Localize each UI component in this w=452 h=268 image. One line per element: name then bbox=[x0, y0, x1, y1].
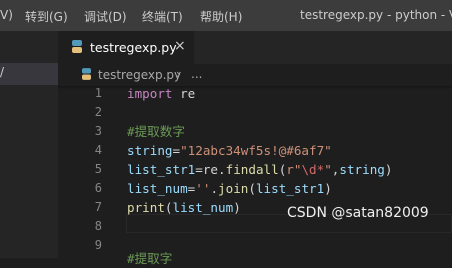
function-token: findall bbox=[225, 162, 279, 177]
line-number: 2 bbox=[94, 105, 102, 119]
punctuation-token: ( bbox=[164, 200, 173, 215]
line-number: 5 bbox=[94, 162, 102, 176]
function-token: print bbox=[127, 200, 165, 215]
variable-token: list_str1 bbox=[127, 162, 196, 177]
module-token: re bbox=[202, 162, 219, 177]
punctuation-token: ) bbox=[233, 200, 241, 215]
code-line: #提取字 bbox=[127, 249, 172, 268]
menu-item-go[interactable]: 转到(G) bbox=[25, 8, 68, 25]
menu-item-debug[interactable]: 调试(D) bbox=[84, 8, 127, 25]
variable-token: list_num bbox=[172, 200, 234, 215]
line-number: 4 bbox=[94, 143, 102, 157]
close-icon[interactable]: × bbox=[174, 38, 186, 54]
menu-item-terminal[interactable]: 终端(T) bbox=[142, 8, 183, 25]
code-editor[interactable]: 1 2 3 4 5 6 7 8 9 import re #提取数字 string… bbox=[58, 86, 452, 266]
menu-bar: V) 转到(G) 调试(D) 终端(T) 帮助(H) testregexp.py… bbox=[0, 0, 452, 31]
scroll-shadow bbox=[58, 86, 452, 89]
csdn-watermark: CSDN @satan82009 bbox=[287, 205, 429, 221]
punctuation-token: ) bbox=[324, 181, 332, 196]
line-number: 6 bbox=[94, 181, 102, 195]
punctuation-token: . bbox=[218, 162, 226, 177]
line-number: 8 bbox=[94, 219, 102, 233]
code-line: string="12abc34wf5s!@#6af7" bbox=[127, 141, 332, 160]
string-token: r" bbox=[286, 162, 302, 177]
chevron-right-icon: › bbox=[176, 67, 181, 81]
variable-token: list_num bbox=[127, 181, 188, 196]
breadcrumb-file[interactable]: testregexp.py bbox=[98, 68, 181, 82]
menu-item-view[interactable]: V) bbox=[0, 8, 13, 22]
variable-token: string bbox=[339, 162, 385, 177]
operator-token: = bbox=[172, 143, 181, 158]
punctuation-token: . bbox=[210, 181, 219, 196]
tab-label: testregexp.py bbox=[90, 40, 177, 55]
line-number: 7 bbox=[94, 200, 102, 214]
explorer-sidebar: / bbox=[0, 31, 58, 258]
string-token: " bbox=[324, 162, 332, 177]
punctuation-token: ) bbox=[384, 162, 393, 177]
line-number: 9 bbox=[94, 238, 102, 252]
code-line: list_str1=re.findall(r"\d*",string) bbox=[127, 160, 392, 179]
code-line: #提取数字 bbox=[127, 122, 185, 141]
explorer-row[interactable] bbox=[0, 63, 58, 85]
code-line: print(list_num) bbox=[127, 198, 241, 217]
variable-token: list_str1 bbox=[255, 181, 325, 196]
function-token: join bbox=[218, 181, 249, 196]
punctuation-token: ( bbox=[248, 181, 256, 196]
breadcrumb-symbols[interactable]: ... bbox=[191, 67, 202, 81]
editor-tab-bar: testregexp.py × bbox=[58, 31, 452, 64]
code-line: list_num=''.join(list_str1) bbox=[127, 179, 332, 198]
regex-token: \d* bbox=[301, 162, 325, 177]
python-file-icon bbox=[82, 68, 91, 80]
breadcrumb: testregexp.py › ... bbox=[58, 64, 452, 86]
line-number: 3 bbox=[94, 124, 102, 138]
string-token: "12abc34wf5s!@#6af7" bbox=[180, 143, 332, 158]
comment-token: #提取字 bbox=[127, 251, 173, 266]
tab-testregexp[interactable]: testregexp.py × bbox=[58, 31, 194, 64]
menu-item-help[interactable]: 帮助(H) bbox=[200, 8, 242, 25]
operator-token: = bbox=[195, 162, 203, 177]
string-token: '' bbox=[195, 181, 211, 196]
window-title: testregexp.py - python - Visu bbox=[300, 8, 452, 22]
explorer-item-fragment: / bbox=[0, 65, 5, 79]
python-file-icon bbox=[72, 40, 82, 53]
comment-token: #提取数字 bbox=[127, 124, 185, 139]
variable-token: string bbox=[127, 143, 173, 158]
